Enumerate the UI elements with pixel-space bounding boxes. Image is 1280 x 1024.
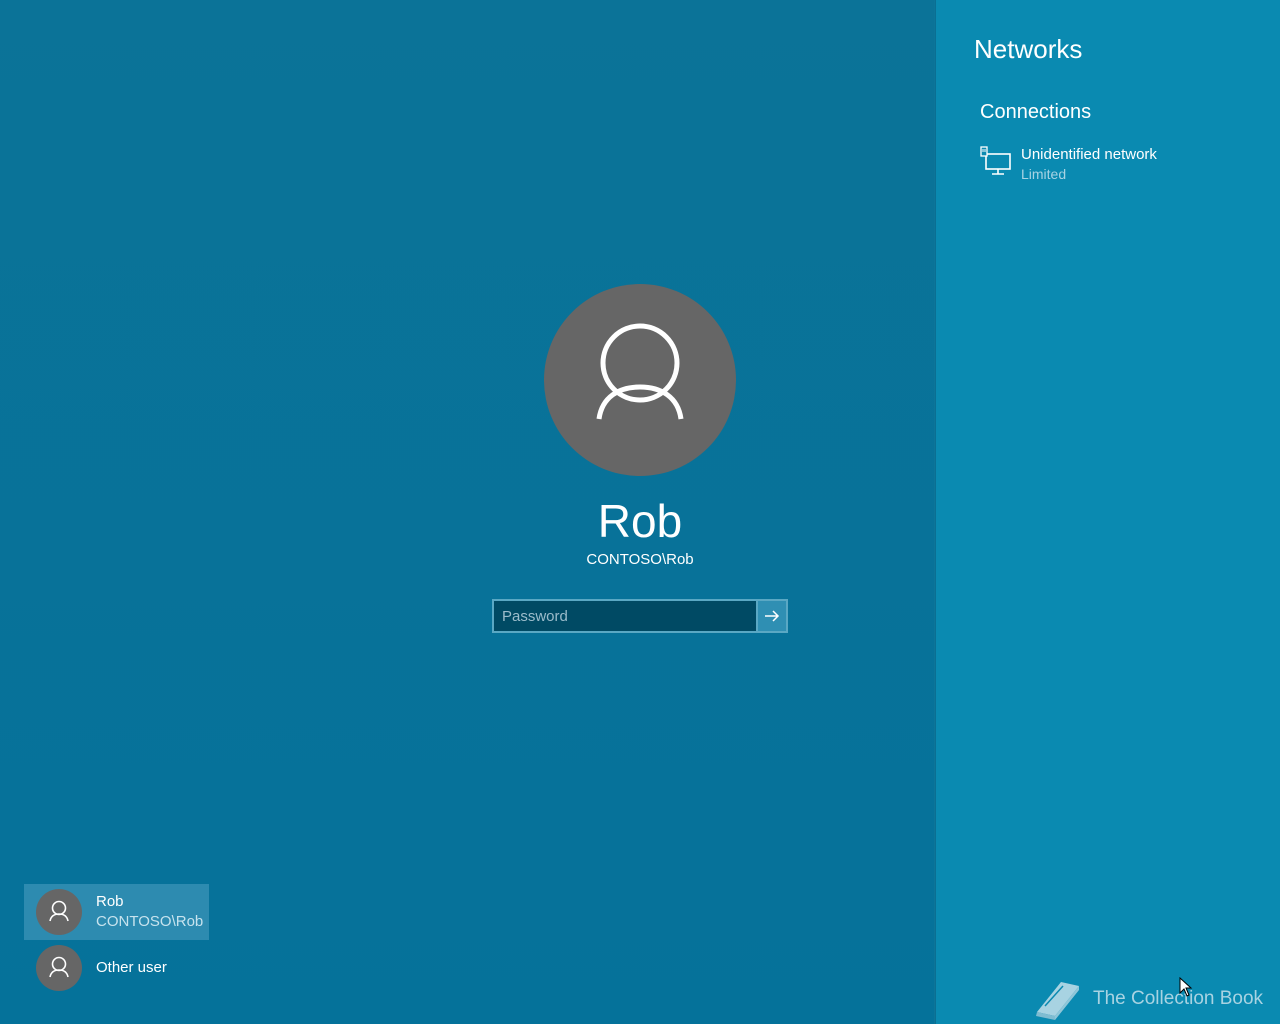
user-icon — [49, 956, 69, 978]
tile-text: Other user — [96, 958, 167, 978]
watermark: The Collection Book — [1031, 976, 1263, 1022]
network-status: Limited — [1021, 166, 1067, 182]
networks-pane: Networks Connections Unidentified networ… — [935, 0, 1280, 1024]
connections-heading: Connections — [980, 101, 1092, 123]
network-name: Unidentified network — [1021, 146, 1157, 163]
user-tile-rob[interactable]: Rob CONTOSO\Rob — [24, 884, 209, 940]
tile-name: Other user — [96, 959, 167, 976]
lock-screen: Rob CONTOSO\Rob Rob CONTOSO\Rob Other us… — [0, 0, 1280, 1024]
tile-domain: CONTOSO\Rob — [96, 913, 204, 930]
password-box — [492, 599, 788, 633]
submit-button[interactable] — [756, 601, 786, 631]
tile-avatar — [36, 889, 82, 935]
login-area: Rob CONTOSO\Rob Rob CONTOSO\Rob Other us… — [0, 0, 934, 1024]
pane-title: Networks — [974, 34, 1083, 64]
user-icon — [596, 323, 684, 420]
user-avatar — [544, 284, 736, 476]
user-icon — [49, 900, 69, 922]
password-input[interactable] — [494, 601, 756, 631]
wired-network-icon — [980, 146, 1011, 175]
tile-name: Rob — [96, 893, 124, 910]
arrow-right-icon — [765, 610, 780, 622]
network-item[interactable]: Unidentified network Limited — [980, 144, 1260, 188]
mouse-cursor-icon — [1179, 977, 1193, 997]
tile-text: Rob CONTOSO\Rob — [96, 892, 203, 932]
user-tile-other[interactable]: Other user — [24, 940, 209, 996]
book-icon — [1036, 982, 1079, 1020]
tile-avatar — [36, 945, 82, 991]
